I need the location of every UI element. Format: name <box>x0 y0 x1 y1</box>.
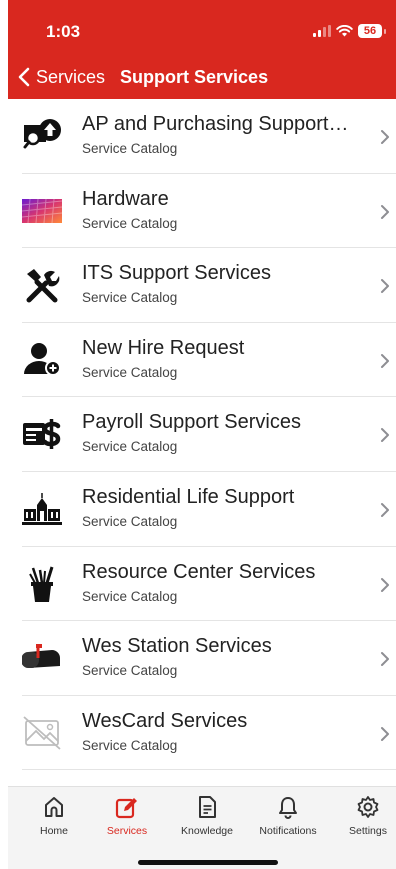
item-subtitle: Service Catalog <box>82 141 178 156</box>
status-time: 1:03 <box>46 22 81 41</box>
chevron-right-icon <box>381 279 389 294</box>
tab-notifications[interactable]: Notifications <box>250 795 326 837</box>
service-list: AP and Purchasing Support… Service Catal… <box>8 99 396 770</box>
bell-icon <box>279 797 297 819</box>
image-placeholder-icon <box>22 713 62 753</box>
tab-bar: Home Services Knowledge Notifications Se… <box>8 786 396 869</box>
item-title: Hardware <box>82 187 169 210</box>
back-button[interactable]: Services <box>18 67 105 88</box>
battery-icon: 56 <box>358 24 382 38</box>
header: 1:03 56 Services Support Services <box>8 0 396 99</box>
tab-knowledge[interactable]: Knowledge <box>169 795 245 837</box>
item-subtitle: Service Catalog <box>82 737 178 753</box>
list-item-new-hire[interactable]: New Hire Request Service Catalog <box>8 323 396 398</box>
chevron-right-icon <box>381 428 389 443</box>
add-person-icon <box>22 340 62 380</box>
chevron-right-icon <box>381 577 389 592</box>
list-item-wescard[interactable]: WesCard Services Service Catalog <box>8 696 396 771</box>
chevron-right-icon <box>381 204 389 219</box>
item-subtitle: Service Catalog <box>82 663 178 679</box>
item-title: Wes Station Services <box>82 635 272 658</box>
item-title: AP and Purchasing Support… <box>82 113 349 135</box>
tab-label: Settings <box>349 825 387 837</box>
item-subtitle: Service Catalog <box>82 215 178 231</box>
chevron-right-icon <box>381 353 389 368</box>
item-title: Residential Life Support <box>82 485 295 508</box>
mailbox-icon <box>22 638 62 678</box>
tab-label: Notifications <box>259 825 317 837</box>
chevron-right-icon <box>381 130 389 144</box>
hardware-keyboard-icon <box>22 191 62 231</box>
list-item-its-support[interactable]: ITS Support Services Service Catalog <box>8 248 396 323</box>
item-subtitle: Service Catalog <box>82 513 178 529</box>
document-icon <box>199 796 216 818</box>
services-edit-icon <box>115 798 137 819</box>
screen: 1:03 56 Services Support Services AP and… <box>0 0 396 869</box>
purchasing-support-icon <box>22 116 62 156</box>
item-subtitle: Service Catalog <box>82 439 178 455</box>
home-indicator[interactable] <box>138 860 278 865</box>
chevron-right-icon <box>381 726 389 741</box>
item-title: New Hire Request <box>82 336 245 359</box>
tab-services[interactable]: Services <box>89 795 165 837</box>
item-subtitle: Service Catalog <box>82 588 178 604</box>
back-button-label: Services <box>36 66 106 87</box>
navigation-bar: Services Support Services <box>18 64 268 90</box>
wifi-icon <box>336 25 353 37</box>
list-item-payroll[interactable]: Payroll Support Services Service Catalog <box>8 397 396 472</box>
item-subtitle: Service Catalog <box>82 364 178 380</box>
item-title: WesCard Services <box>82 709 248 732</box>
status-icons: 56 <box>313 22 386 40</box>
payroll-dollar-icon <box>22 414 62 454</box>
supplies-cup-icon <box>22 564 62 604</box>
tab-label: Services <box>106 825 148 837</box>
home-icon <box>45 797 63 817</box>
item-subtitle: Service Catalog <box>82 290 178 306</box>
list-item-residential-life[interactable]: Residential Life Support Service Catalog <box>8 472 396 547</box>
item-title: ITS Support Services <box>82 262 271 285</box>
cellular-signal-icon <box>313 25 331 37</box>
tab-label: Home <box>39 825 68 837</box>
list-item-wes-station[interactable]: Wes Station Services Service Catalog <box>8 621 396 696</box>
item-title: Resource Center Services <box>82 560 316 583</box>
tab-home[interactable]: Home <box>16 795 92 837</box>
list-item-ap-purchasing[interactable]: AP and Purchasing Support… Service Catal… <box>8 99 396 174</box>
list-item-hardware[interactable]: Hardware Service Catalog <box>8 174 396 249</box>
chevron-right-icon <box>381 502 389 517</box>
tab-settings[interactable]: Settings <box>330 795 396 837</box>
item-title: Payroll Support Services <box>82 411 301 434</box>
residence-building-icon <box>22 489 62 529</box>
tools-icon <box>22 265 62 305</box>
chevron-right-icon <box>381 652 389 667</box>
tab-label: Knowledge <box>181 825 233 837</box>
page-title: Support Services <box>120 66 269 87</box>
chevron-left-icon <box>18 67 30 87</box>
list-item-resource-center[interactable]: Resource Center Services Service Catalog <box>8 547 396 622</box>
gear-icon <box>357 796 379 818</box>
battery-tip <box>384 28 386 34</box>
